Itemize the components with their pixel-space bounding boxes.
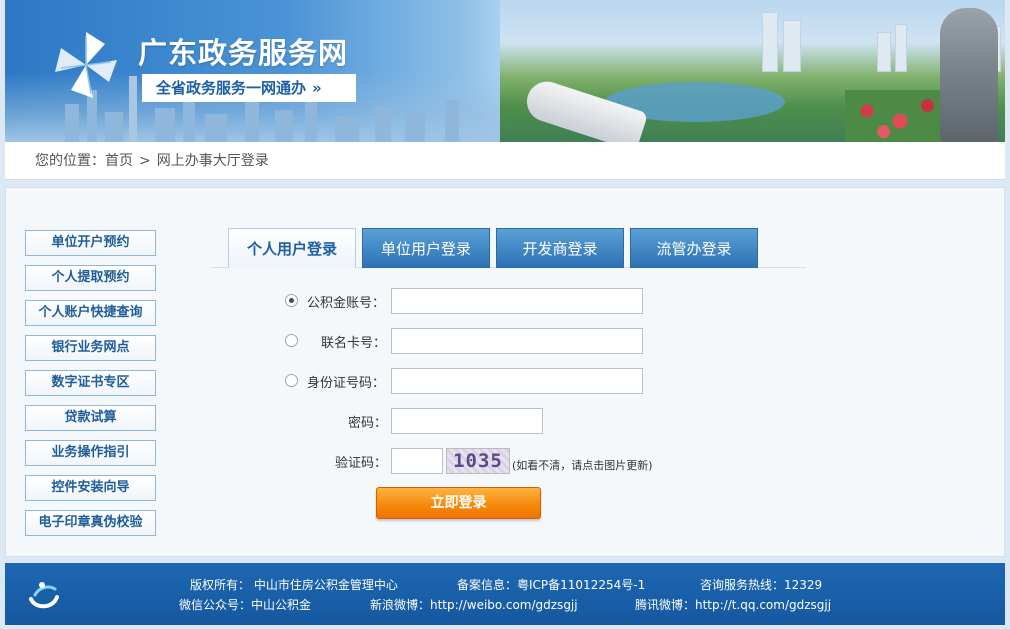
- sidebar-item-e-seal-verification[interactable]: 电子印章真伪校验: [25, 510, 156, 536]
- footer: 版权所有： 中山市住房公积金管理中心 备案信息：粤ICP备11012254号-1…: [5, 563, 1005, 625]
- tab-developer-login[interactable]: 开发商登录: [496, 228, 624, 268]
- captcha-code: 1035: [453, 450, 503, 472]
- pinwheel-logo-icon: [55, 32, 117, 98]
- page: 广东政务服务网 全省政务服务一网通办 » 您的位置：首页 > 网上办事大厅登录 单位开…: [0, 0, 1010, 629]
- sidebar-item-unit-account-booking[interactable]: 单位开户预约: [25, 230, 156, 256]
- breadcrumb: 您的位置：首页 > 网上办事大厅登录: [5, 142, 1005, 180]
- login-tabs: 个人用户登录 单位用户登录 开发商登录 流管办登录: [211, 228, 806, 268]
- slogan-text: 全省政务服务一网通办: [156, 79, 307, 97]
- flowers: [845, 90, 955, 142]
- footer-icp: 备案信息：粤ICP备11012254号-1: [457, 578, 646, 592]
- footer-sina-weibo[interactable]: 新浪微博：http://weibo.com/gdzsgjj: [370, 596, 578, 613]
- sidebar-item-digital-certificate[interactable]: 数字证书专区: [25, 370, 156, 396]
- joint-card-radio[interactable]: [285, 334, 298, 347]
- sidebar-item-personal-withdrawal-booking[interactable]: 个人提取预约: [25, 265, 156, 291]
- provident-account-input[interactable]: [391, 288, 643, 314]
- captcha-label: 验证码：: [335, 456, 388, 471]
- header-banner: 广东政务服务网 全省政务服务一网通办 »: [5, 0, 1005, 142]
- breadcrumb-separator: >: [139, 153, 151, 169]
- breadcrumb-home-link[interactable]: 首页: [105, 153, 133, 169]
- tab-unit-login[interactable]: 单位用户登录: [362, 228, 490, 268]
- password-label: 密码：: [348, 416, 388, 431]
- site-title: 广东政务服务网: [138, 36, 349, 70]
- sidebar: 单位开户预约 个人提取预约 个人账户快捷查询 银行业务网点 数字证书专区 贷款试…: [25, 230, 156, 545]
- statue: [940, 8, 998, 142]
- main-panel: 单位开户预约 个人提取预约 个人账户快捷查询 银行业务网点 数字证书专区 贷款试…: [5, 187, 1005, 557]
- sidebar-item-control-install-guide[interactable]: 控件安装向导: [25, 475, 156, 501]
- footer-copyright: 版权所有： 中山市住房公积金管理中心: [190, 578, 398, 592]
- provident-account-radio[interactable]: [285, 294, 298, 307]
- sidebar-item-loan-calculator[interactable]: 贷款试算: [25, 405, 156, 431]
- breadcrumb-prefix: 您的位置：: [35, 153, 105, 169]
- double-chevron-right-icon: »: [312, 79, 322, 97]
- id-card-input[interactable]: [391, 368, 643, 394]
- breadcrumb-current: 网上办事大厅登录: [156, 153, 269, 169]
- tab-personal-login[interactable]: 个人用户登录: [228, 228, 356, 268]
- login-button[interactable]: 立即登录: [376, 487, 541, 519]
- slogan-banner[interactable]: 全省政务服务一网通办 »: [142, 74, 356, 102]
- sidebar-item-bank-outlets[interactable]: 银行业务网点: [25, 335, 156, 361]
- joint-card-input[interactable]: [391, 328, 643, 354]
- sidebar-item-operation-guide[interactable]: 业务操作指引: [25, 440, 156, 466]
- id-card-label: 身份证号码：: [307, 376, 386, 391]
- captcha-row: 验证码： 1035 (如看不清，请点击图片更新): [211, 448, 681, 474]
- captcha-input[interactable]: [391, 448, 443, 474]
- captcha-hint: (如看不清，请点击图片更新): [512, 459, 653, 472]
- tab-floating-management-login[interactable]: 流管办登录: [630, 228, 758, 268]
- provident-account-label: 公积金账号：: [307, 296, 386, 311]
- sidebar-item-account-quick-query[interactable]: 个人账户快捷查询: [25, 300, 156, 326]
- footer-wechat: 微信公众号：中山公积金: [179, 598, 312, 612]
- provident-fund-logo-icon: [29, 582, 59, 609]
- password-input[interactable]: [391, 408, 543, 434]
- footer-tencent-weibo[interactable]: 腾讯微博：http://t.qq.com/gdzsgjj: [635, 596, 831, 613]
- id-card-radio[interactable]: [285, 374, 298, 387]
- footer-hotline: 咨询服务热线：12329: [700, 578, 823, 592]
- joint-card-label: 联名卡号：: [321, 336, 387, 351]
- captcha-image[interactable]: 1035: [446, 448, 510, 474]
